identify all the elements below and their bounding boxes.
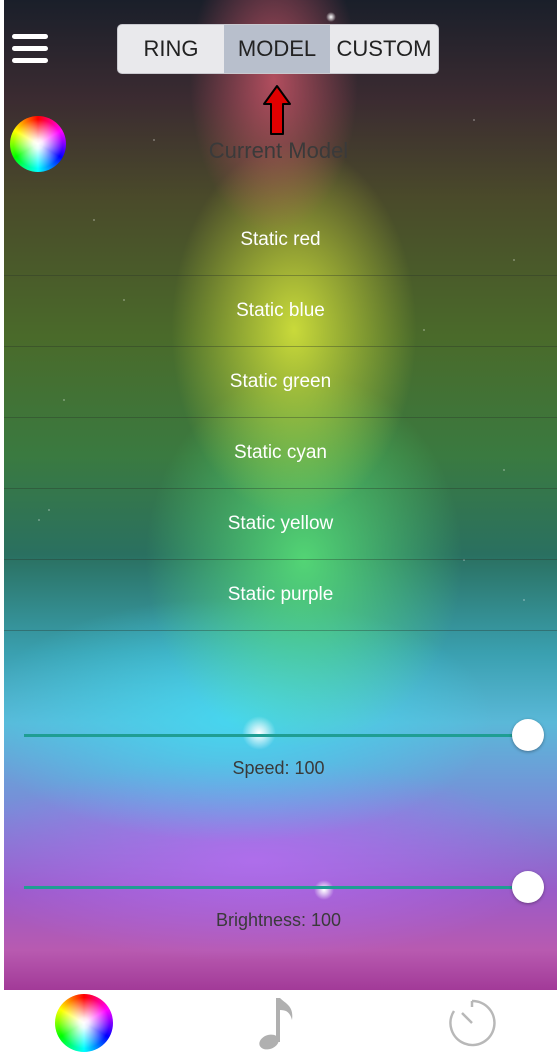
speed-label: Speed: 100: [232, 758, 325, 778]
tab-model[interactable]: MODEL: [224, 25, 330, 73]
brightness-label: Brightness: 100: [215, 910, 342, 930]
star-glow: [326, 12, 336, 22]
bottom-navigation: [0, 990, 557, 1053]
tab-custom[interactable]: CUSTOM: [330, 25, 438, 73]
brightness-slider-thumb[interactable]: [512, 871, 544, 903]
brightness-slider-track[interactable]: [24, 886, 532, 889]
arrow-up-icon: [263, 85, 291, 135]
list-item-static-red[interactable]: Static red: [4, 205, 557, 276]
list-item-static-green[interactable]: Static green: [4, 347, 557, 418]
list-item-static-purple[interactable]: Static purple: [4, 560, 557, 631]
nav-music-tab[interactable]: [246, 994, 306, 1052]
list-item-static-cyan[interactable]: Static cyan: [4, 418, 557, 489]
speed-slider-track[interactable]: [24, 734, 532, 737]
brightness-slider[interactable]: [24, 870, 544, 906]
color-wheel-icon: [55, 994, 113, 1052]
tab-ring[interactable]: RING: [118, 25, 224, 73]
music-note-icon: [259, 998, 293, 1050]
list-item-static-yellow[interactable]: Static yellow: [4, 489, 557, 560]
nav-timer-tab[interactable]: [442, 994, 502, 1052]
hamburger-menu-icon[interactable]: [12, 34, 48, 66]
current-model-label: Current Model: [208, 138, 349, 163]
mode-segmented-control: RING MODEL CUSTOM: [117, 24, 439, 74]
timer-icon: [449, 999, 496, 1047]
speed-slider[interactable]: [24, 718, 544, 754]
nav-color-tab[interactable]: [54, 994, 114, 1052]
model-list: Static red Static blue Static green Stat…: [4, 205, 557, 631]
list-item-static-blue[interactable]: Static blue: [4, 276, 557, 347]
speed-slider-thumb[interactable]: [512, 719, 544, 751]
